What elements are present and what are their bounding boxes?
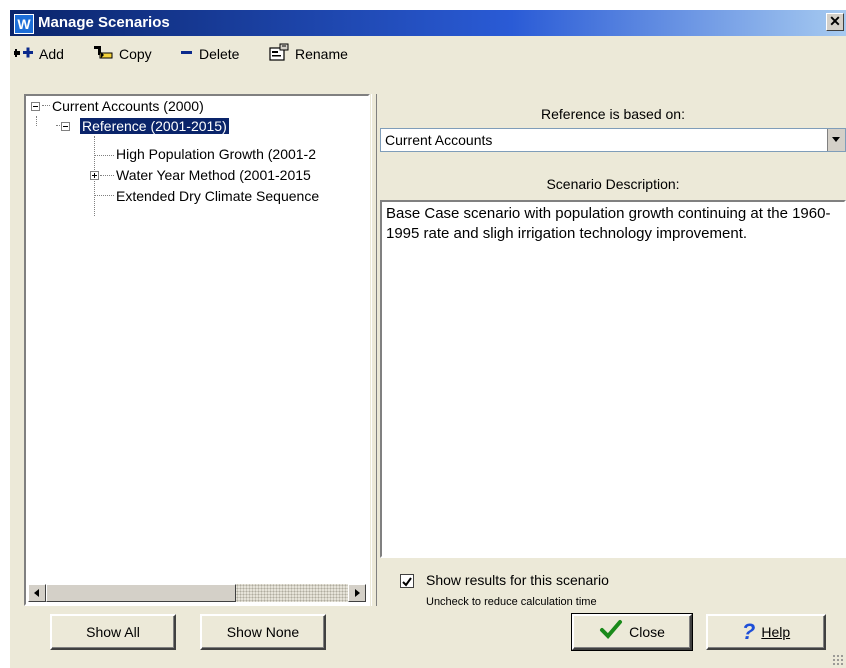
close-window-button[interactable]: ✕ [826,13,844,31]
show-none-label: Show None [226,624,300,640]
add-icon [14,46,34,63]
tree-item-current-accounts[interactable]: Current Accounts (2000) [52,96,204,116]
collapse-icon[interactable] [61,122,70,131]
copy-button[interactable]: Copy [92,44,152,64]
checkmark-icon [402,577,412,587]
close-button[interactable]: Close [571,613,693,651]
delete-icon [180,46,194,63]
scroll-track[interactable] [236,584,348,602]
window-title: Manage Scenarios [38,14,170,31]
add-label: Add [39,46,64,62]
tree-connector [42,105,50,106]
manage-scenarios-dialog: W Manage Scenarios ✕ Add Copy Delete Ren… [10,10,846,668]
tree-item-label: Reference (2001-2015) [79,117,230,135]
rename-icon [268,43,290,66]
based-on-label: Reference is based on: [541,106,685,122]
scroll-left-button[interactable] [28,584,46,602]
show-results-hint: Uncheck to reduce calculation time [426,596,597,608]
checkmark-icon [599,619,623,645]
show-results-checkbox[interactable] [400,574,414,588]
tree-item-label: High Population Growth (2001-2 [116,146,317,162]
add-button[interactable]: Add [14,44,64,64]
delete-button[interactable]: Delete [180,44,239,64]
tree-item-label: Water Year Method (2001-2015 [116,167,311,183]
show-all-button[interactable]: Show All [50,614,176,650]
panel-splitter[interactable] [371,94,377,606]
copy-label: Copy [119,46,152,62]
description-label: Scenario Description: [546,176,680,192]
collapse-icon[interactable] [31,102,40,111]
tree-item-extended-dry[interactable]: Extended Dry Climate Sequence [116,186,319,206]
title-bar[interactable]: W Manage Scenarios ✕ [10,10,846,36]
based-on-value: Current Accounts [385,132,493,148]
tree-item-label: Current Accounts (2000) [52,98,204,114]
help-button[interactable]: ? Help [706,614,826,650]
copy-icon [92,44,114,65]
help-icon: ? [741,619,756,644]
tree-item-water-year[interactable]: Water Year Method (2001-2015 [116,165,311,185]
tree-connector [94,155,114,156]
based-on-select[interactable]: Current Accounts [380,128,846,152]
resize-grip[interactable] [832,654,844,666]
delete-label: Delete [199,46,240,62]
close-label: Close [629,624,665,640]
tree-connector [100,175,114,176]
rename-button[interactable]: Rename [268,43,348,66]
tree-connector [36,116,37,126]
tree-horizontal-scrollbar[interactable] [28,584,366,602]
scroll-thumb[interactable] [46,584,236,602]
show-none-button[interactable]: Show None [200,614,326,650]
show-all-label: Show All [86,624,140,640]
tree-item-reference[interactable]: Reference (2001-2015) [79,116,230,136]
show-results-label[interactable]: Show results for this scenario [426,572,609,588]
tree-item-label: Extended Dry Climate Sequence [116,188,320,204]
tree-item-high-population[interactable]: High Population Growth (2001-2 [116,144,316,164]
toolbar: Add Copy Delete Rename [10,38,846,68]
expand-icon[interactable] [90,171,99,180]
scenario-description-textarea[interactable]: Base Case scenario with population growt… [380,200,846,558]
tree-connector [94,195,114,196]
scroll-right-button[interactable] [348,584,366,602]
help-label: Help [761,624,791,640]
chevron-down-icon[interactable] [827,129,845,151]
rename-label: Rename [295,46,348,62]
scenario-tree[interactable]: Current Accounts (2000) Reference (2001-… [24,94,370,606]
app-logo-icon: W [14,14,34,34]
